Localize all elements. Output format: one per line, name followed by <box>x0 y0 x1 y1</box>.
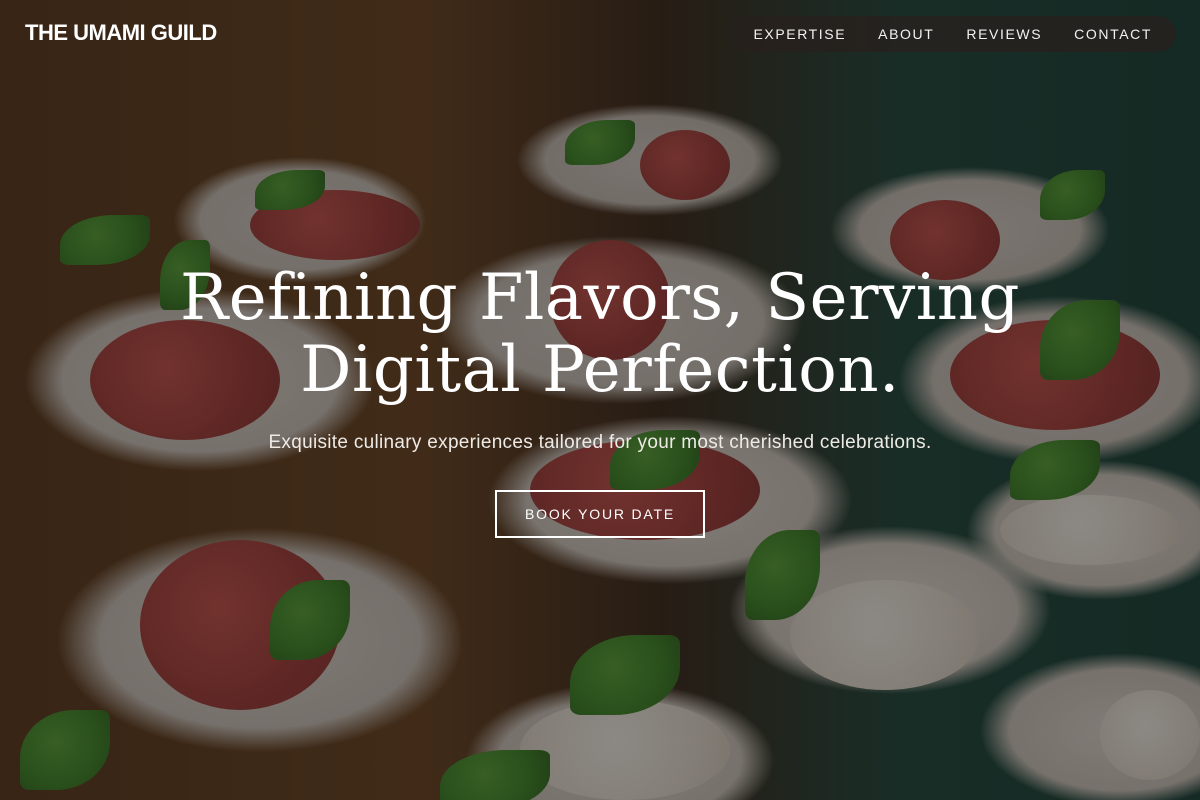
nav-link-expertise[interactable]: EXPERTISE <box>753 26 846 42</box>
book-your-date-button[interactable]: BOOK YOUR DATE <box>495 490 705 538</box>
main-nav: EXPERTISE ABOUT REVIEWS CONTACT <box>729 16 1176 52</box>
brand-logo[interactable]: THE UMAMI GUILD <box>25 20 217 46</box>
nav-link-reviews[interactable]: REVIEWS <box>966 26 1042 42</box>
hero-subheadline: Exquisite culinary experiences tailored … <box>268 432 932 453</box>
hero-headline-line-1: Refining Flavors, Serving <box>180 261 1020 335</box>
nav-link-about[interactable]: ABOUT <box>878 26 934 42</box>
hero-headline-line-2: Digital Perfection. <box>300 333 900 407</box>
site-header: THE UMAMI GUILD EXPERTISE ABOUT REVIEWS … <box>0 0 1200 68</box>
hero-section: THE UMAMI GUILD EXPERTISE ABOUT REVIEWS … <box>0 0 1200 800</box>
hero-headline: Refining Flavors, Serving Digital Perfec… <box>0 262 1200 406</box>
nav-link-contact[interactable]: CONTACT <box>1074 26 1152 42</box>
